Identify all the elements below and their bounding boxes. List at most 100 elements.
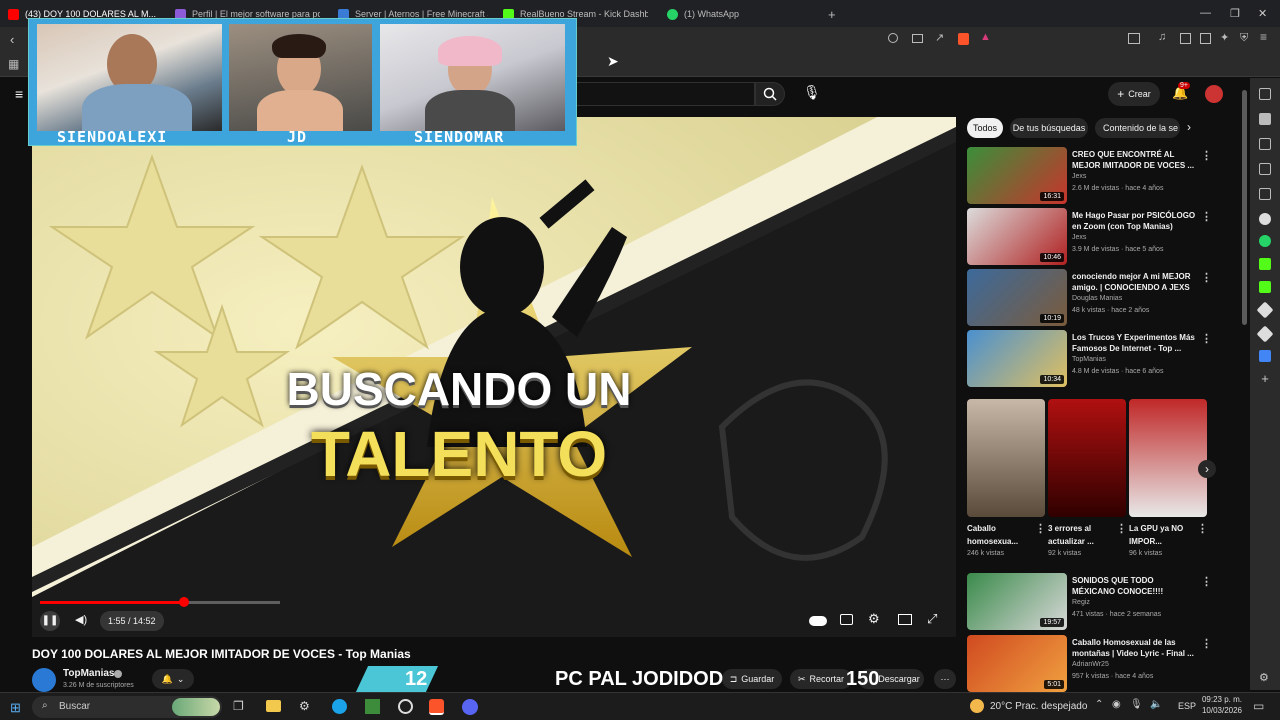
video-thumbnail[interactable]: 10:46 [967, 208, 1067, 265]
minimize-icon[interactable]: — [1200, 7, 1211, 19]
recommended-video[interactable]: 16:31 CREO QUE ENCONTRÉ AL MEJOR IMITADOR… [965, 147, 1212, 205]
video-thumbnail[interactable]: 19:57 [967, 573, 1067, 630]
video-channel[interactable]: Douglas Manias [1072, 295, 1122, 302]
chip-searches[interactable]: De tus búsquedas [1010, 118, 1088, 138]
wallet-icon[interactable] [1200, 33, 1211, 44]
taskbar-search[interactable]: ⌕ Buscar [32, 696, 222, 718]
recommended-video[interactable]: 10:46 Me Hago Pasar por PSICÓLOGO en Zoom… [965, 208, 1212, 266]
avatar[interactable] [1205, 85, 1223, 103]
video-channel[interactable]: TopManias [1072, 356, 1106, 363]
voice-search-icon[interactable]: 🎙 [803, 84, 821, 101]
reader-icon[interactable] [1180, 33, 1191, 44]
rewards-icon[interactable]: ▲ [980, 31, 991, 43]
extension-icon-2[interactable] [1256, 325, 1274, 343]
back-icon[interactable]: ‹ [10, 32, 14, 47]
subscribed-button[interactable]: 🔔 ⌄ [152, 669, 194, 689]
channel-avatar[interactable] [32, 668, 56, 692]
browser-app-icon[interactable] [1259, 213, 1271, 225]
zoom-icon[interactable] [888, 33, 898, 43]
more-options-icon[interactable]: ⋮ [1201, 332, 1212, 345]
create-button[interactable]: + Crear [1108, 82, 1160, 106]
edge-icon[interactable] [332, 699, 347, 714]
microphone-icon[interactable]: 🎙 [1130, 699, 1143, 710]
sidebar-panel-icon[interactable] [1259, 88, 1271, 100]
more-options-icon[interactable]: ⋮ [1035, 522, 1046, 535]
tray-chevron-icon[interactable]: ⌃ [1095, 699, 1103, 710]
video-title[interactable]: conociendo mejor A mi MEJOR amigo. | CON… [1072, 271, 1197, 293]
minecraft-icon[interactable] [365, 699, 380, 714]
autoplay-toggle[interactable] [809, 616, 827, 626]
file-explorer-icon[interactable] [266, 700, 281, 712]
kick-sidebar-icon[interactable] [1259, 258, 1271, 270]
settings-gear-icon[interactable]: ⚙ [868, 611, 880, 627]
recommended-video[interactable]: 19:57 SONIDOS QUE TODO MÉXICANO CONOCE!!!… [965, 573, 1212, 631]
progress-scrubber[interactable] [178, 597, 189, 607]
brave-taskbar-icon[interactable] [429, 699, 444, 715]
recommended-video[interactable]: 5:01 Caballo Homosexual de las montañas |… [965, 635, 1212, 693]
video-channel[interactable]: AdrianWr25 [1072, 661, 1109, 668]
more-options-icon[interactable]: ⋮ [1197, 522, 1208, 535]
short-item[interactable]: 3 errores al actualizar ... 92 k vistas ⋮ [1048, 399, 1127, 557]
video-channel[interactable]: Jexs [1072, 173, 1086, 180]
short-thumbnail[interactable] [967, 399, 1045, 517]
more-options-icon[interactable]: ⋮ [1201, 271, 1212, 284]
brave-shield-icon[interactable] [958, 33, 969, 45]
short-thumbnail[interactable] [1048, 399, 1126, 517]
tab-whatsapp[interactable]: (1) WhatsApp [667, 4, 787, 24]
new-tab-button[interactable]: + [828, 4, 836, 24]
cast-icon[interactable] [912, 34, 923, 43]
video-thumbnail[interactable]: 10:19 [967, 269, 1067, 326]
fullscreen-icon[interactable]: ⤢ [927, 611, 937, 627]
chevron-right-icon[interactable]: › [1187, 120, 1191, 134]
clock-time[interactable]: 09:23 p. m. [1200, 695, 1242, 704]
search-button[interactable] [755, 82, 785, 106]
add-sidebar-icon[interactable]: + [1259, 372, 1271, 385]
sidebar-settings-icon[interactable]: ⚙ [1259, 672, 1271, 684]
restore-icon[interactable]: ❐ [1230, 7, 1240, 20]
search-input[interactable]: s [560, 82, 755, 106]
short-title[interactable]: La GPU ya NO IMPOR... [1129, 522, 1189, 548]
page-scrollbar[interactable] [1242, 90, 1247, 325]
weather-text[interactable]: 20°C Prac. despejado [990, 701, 1087, 712]
progress-bar[interactable] [40, 597, 280, 607]
channel-name[interactable]: TopManias [63, 668, 114, 679]
speaker-tray-icon[interactable]: 🔈 [1150, 699, 1162, 710]
kick-sidebar-icon-2[interactable] [1259, 281, 1271, 293]
sidebar-icon[interactable] [1128, 33, 1140, 44]
more-options-icon[interactable]: ⋮ [1116, 522, 1127, 535]
tray-app-icon[interactable]: ◉ [1112, 699, 1121, 710]
more-actions-icon[interactable]: ⋯ [934, 669, 956, 689]
more-options-icon[interactable]: ⋮ [1201, 637, 1212, 650]
clock-date[interactable]: 10/03/2026 [1200, 706, 1242, 715]
recommended-video[interactable]: 10:19 conociendo mejor A mi MEJOR amigo. … [965, 269, 1212, 327]
chip-series[interactable]: Contenido de la se [1095, 118, 1180, 138]
bookmarks-icon[interactable] [1259, 163, 1271, 175]
recommended-video[interactable]: 10:34 Los Trucos Y Experimentos Más Famos… [965, 330, 1212, 388]
shorts-next-icon[interactable]: › [1198, 460, 1216, 478]
reading-list-icon[interactable] [1259, 138, 1271, 150]
short-title[interactable]: Caballo homosexua... [967, 522, 1027, 548]
pause-button[interactable]: ❚❚ [40, 611, 60, 631]
video-title[interactable]: Me Hago Pasar por PSICÓLOGO en Zoom (con… [1072, 210, 1197, 232]
video-title[interactable]: Caballo Homosexual de las montañas | Vid… [1072, 637, 1197, 659]
task-view-icon[interactable]: ❐ [233, 699, 244, 713]
more-options-icon[interactable]: ⋮ [1201, 149, 1212, 162]
video-thumbnail[interactable]: 10:34 [967, 330, 1067, 387]
subtitles-icon[interactable] [840, 614, 853, 625]
music-icon[interactable]: ♫ [1158, 31, 1166, 43]
language-indicator[interactable]: ESP [1178, 701, 1196, 711]
more-options-icon[interactable]: ⋮ [1201, 210, 1212, 223]
video-title[interactable]: CREO QUE ENCONTRÉ AL MEJOR IMITADOR DE V… [1072, 149, 1197, 171]
history-icon[interactable] [1259, 188, 1271, 200]
windows-start-icon[interactable]: ⊞ [10, 700, 21, 716]
menu-icon[interactable]: ≡ [1260, 30, 1267, 44]
drive-icon[interactable] [1259, 350, 1271, 362]
hamburger-menu-icon[interactable]: ≡ [15, 86, 23, 102]
whatsapp-sidebar-icon[interactable] [1259, 235, 1271, 247]
video-channel[interactable]: Jexs [1072, 234, 1086, 241]
volume-icon[interactable]: ◀) [75, 613, 87, 626]
discord-icon[interactable] [462, 699, 478, 715]
leo-sidebar-icon[interactable] [1259, 113, 1271, 125]
apps-icon[interactable]: ▦ [8, 57, 19, 71]
share-icon[interactable]: ↗ [935, 31, 944, 44]
